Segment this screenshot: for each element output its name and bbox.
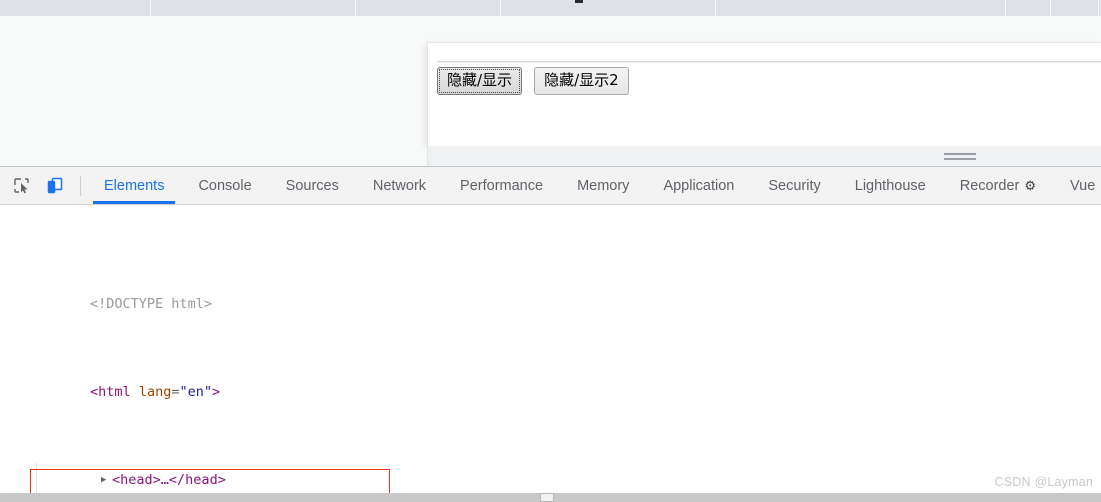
chrome-tab-divider <box>500 0 501 16</box>
expand-triangle-icon[interactable]: ▶ <box>101 469 112 491</box>
screenshot-root: 隐藏/显示 隐藏/显示2 Elements Console Sources Ne… <box>0 0 1101 502</box>
chrome-tab-divider <box>355 0 356 16</box>
viewport-footer-band <box>427 146 1101 166</box>
experimental-flask-icon: ⚙ <box>1024 178 1037 193</box>
tab-security[interactable]: Security <box>751 167 837 204</box>
tag-open: < <box>90 384 99 400</box>
chrome-tab-divider <box>715 0 716 16</box>
page-horizontal-rule <box>437 61 1101 63</box>
tab-label: Console <box>198 177 252 194</box>
toggle-button-1[interactable]: 隐藏/显示 <box>437 67 523 95</box>
tab-lighthouse[interactable]: Lighthouse <box>838 167 943 204</box>
tab-performance[interactable]: Performance <box>443 167 560 204</box>
tab-memory[interactable]: Memory <box>560 167 646 204</box>
tag-close: > <box>212 384 221 400</box>
dom-row[interactable]: ▶<html lang="en"> <box>0 359 1101 400</box>
attr-name: lang <box>138 384 172 400</box>
toggle-button-2[interactable]: 隐藏/显示2 <box>534 67 629 95</box>
devtools-tool-icons <box>0 167 87 204</box>
tab-recorder[interactable]: Recorder ⚙ <box>943 167 1053 204</box>
device-toolbar-icon[interactable] <box>42 173 68 199</box>
tag-name: html <box>98 384 131 400</box>
page-button-group: 隐藏/显示 隐藏/显示2 <box>437 67 629 95</box>
tab-elements[interactable]: Elements <box>87 167 181 204</box>
dom-tree[interactable]: ▶<!DOCTYPE html> ▶<html lang="en"> ▶<hea… <box>0 205 1101 494</box>
tab-label: Recorder <box>959 177 1020 194</box>
scrollbar-thumb[interactable] <box>540 493 554 502</box>
tab-application[interactable]: Application <box>646 167 751 204</box>
inspect-element-icon[interactable] <box>8 173 34 199</box>
collapsed-node-text: <head>…</head> <box>112 472 226 488</box>
doctype-text: <!DOCTYPE html> <box>90 296 212 312</box>
tab-label: Security <box>768 177 821 194</box>
page-viewport: 隐藏/显示 隐藏/显示2 <box>427 42 1101 146</box>
chrome-tab-divider <box>150 0 151 16</box>
chrome-tab-divider <box>1050 0 1051 16</box>
tab-label: Elements <box>104 177 165 194</box>
devtools-tabbar: Elements Console Sources Network Perform… <box>0 167 1101 205</box>
attr-value: "en" <box>179 384 212 400</box>
tab-label: Vue <box>1070 177 1096 194</box>
tab-label: Sources <box>285 177 339 194</box>
tab-label: Performance <box>460 177 544 194</box>
tab-label: Memory <box>577 177 630 194</box>
browser-active-tab-stub <box>575 0 583 3</box>
tab-label: Network <box>372 177 427 194</box>
tab-network[interactable]: Network <box>356 167 443 204</box>
dom-row[interactable]: ▶<!DOCTYPE html> <box>0 271 1101 312</box>
dom-row[interactable]: ▶ <head>…</head> <box>0 447 1101 488</box>
chrome-tab-divider <box>1005 0 1006 16</box>
watermark-text: CSDN @Layman <box>994 475 1093 489</box>
devtools-panel: Elements Console Sources Network Perform… <box>0 153 1101 502</box>
tab-label: Lighthouse <box>854 177 926 194</box>
tab-console[interactable]: Console <box>181 167 268 204</box>
browser-chrome-strip <box>0 0 1101 16</box>
tab-vue[interactable]: Vue <box>1053 167 1101 204</box>
horizontal-scrollbar[interactable] <box>0 493 1101 502</box>
devtools-tab-list: Elements Console Sources Network Perform… <box>87 167 1101 204</box>
toolbar-separator <box>80 175 81 196</box>
chrome-tab-divider <box>1098 0 1099 16</box>
tab-sources[interactable]: Sources <box>269 167 356 204</box>
devtools-resize-handle[interactable] <box>944 153 976 163</box>
tab-label: Application <box>663 177 735 194</box>
